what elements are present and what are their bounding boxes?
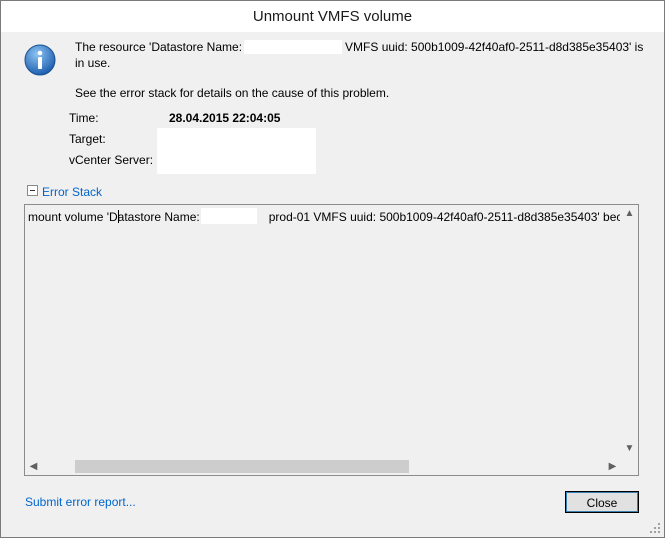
scroll-left-arrow-icon[interactable]: ◀ bbox=[25, 458, 42, 475]
time-value: 28.04.2015 22:04:05 bbox=[169, 111, 281, 125]
redacted-target-vcenter bbox=[157, 128, 316, 174]
stack-text-suffix: prod-01 VMFS uuid: 500b1009-42f40af0-251… bbox=[268, 210, 620, 224]
see-error-stack-text: See the error stack for details on the c… bbox=[75, 86, 390, 100]
horizontal-scrollbar[interactable]: ◀ ▶ bbox=[25, 458, 621, 475]
close-button[interactable]: Close bbox=[565, 491, 639, 513]
target-label: Target: bbox=[69, 132, 106, 146]
error-stack-textbox[interactable]: mount volume 'Datastore Name: prod-01 VMF… bbox=[24, 204, 639, 476]
submit-error-report-link[interactable]: Submit error report... bbox=[25, 495, 136, 509]
window-title: Unmount VMFS volume bbox=[252, 8, 413, 25]
horizontal-scroll-thumb[interactable] bbox=[75, 460, 409, 473]
vertical-scrollbar[interactable]: ▲ ▼ bbox=[621, 205, 638, 457]
error-stack-text[interactable]: mount volume 'Datastore Name: prod-01 VMF… bbox=[28, 208, 620, 224]
resize-grip-icon[interactable] bbox=[649, 522, 661, 534]
message-line-2: in use. bbox=[75, 56, 111, 70]
scroll-right-arrow-icon[interactable]: ▶ bbox=[604, 458, 621, 475]
message-prefix: The resource 'Datastore Name: bbox=[75, 40, 243, 54]
redacted-datastore-name bbox=[244, 40, 343, 54]
stack-text-mid: atastore Name: bbox=[117, 210, 200, 224]
redacted-stack-name bbox=[200, 208, 257, 224]
time-label: Time: bbox=[69, 111, 99, 125]
collapse-icon[interactable] bbox=[27, 185, 38, 196]
message-suffix: VMFS uuid: 500b1009-42f40af0-2511-d8d385… bbox=[345, 40, 644, 54]
scroll-up-arrow-icon[interactable]: ▲ bbox=[621, 205, 638, 222]
stack-text-prefix: mount volume 'D bbox=[28, 210, 118, 224]
scrollbar-corner bbox=[621, 458, 638, 475]
message-line-1: The resource 'Datastore Name: VMFS uuid: … bbox=[75, 40, 643, 54]
title-bar[interactable]: Unmount VMFS volume bbox=[1, 1, 664, 32]
scroll-down-arrow-icon[interactable]: ▼ bbox=[621, 440, 638, 457]
vcenter-server-label: vCenter Server: bbox=[69, 153, 154, 167]
error-stack-toggle[interactable]: Error Stack bbox=[42, 185, 102, 199]
info-icon bbox=[24, 44, 56, 76]
